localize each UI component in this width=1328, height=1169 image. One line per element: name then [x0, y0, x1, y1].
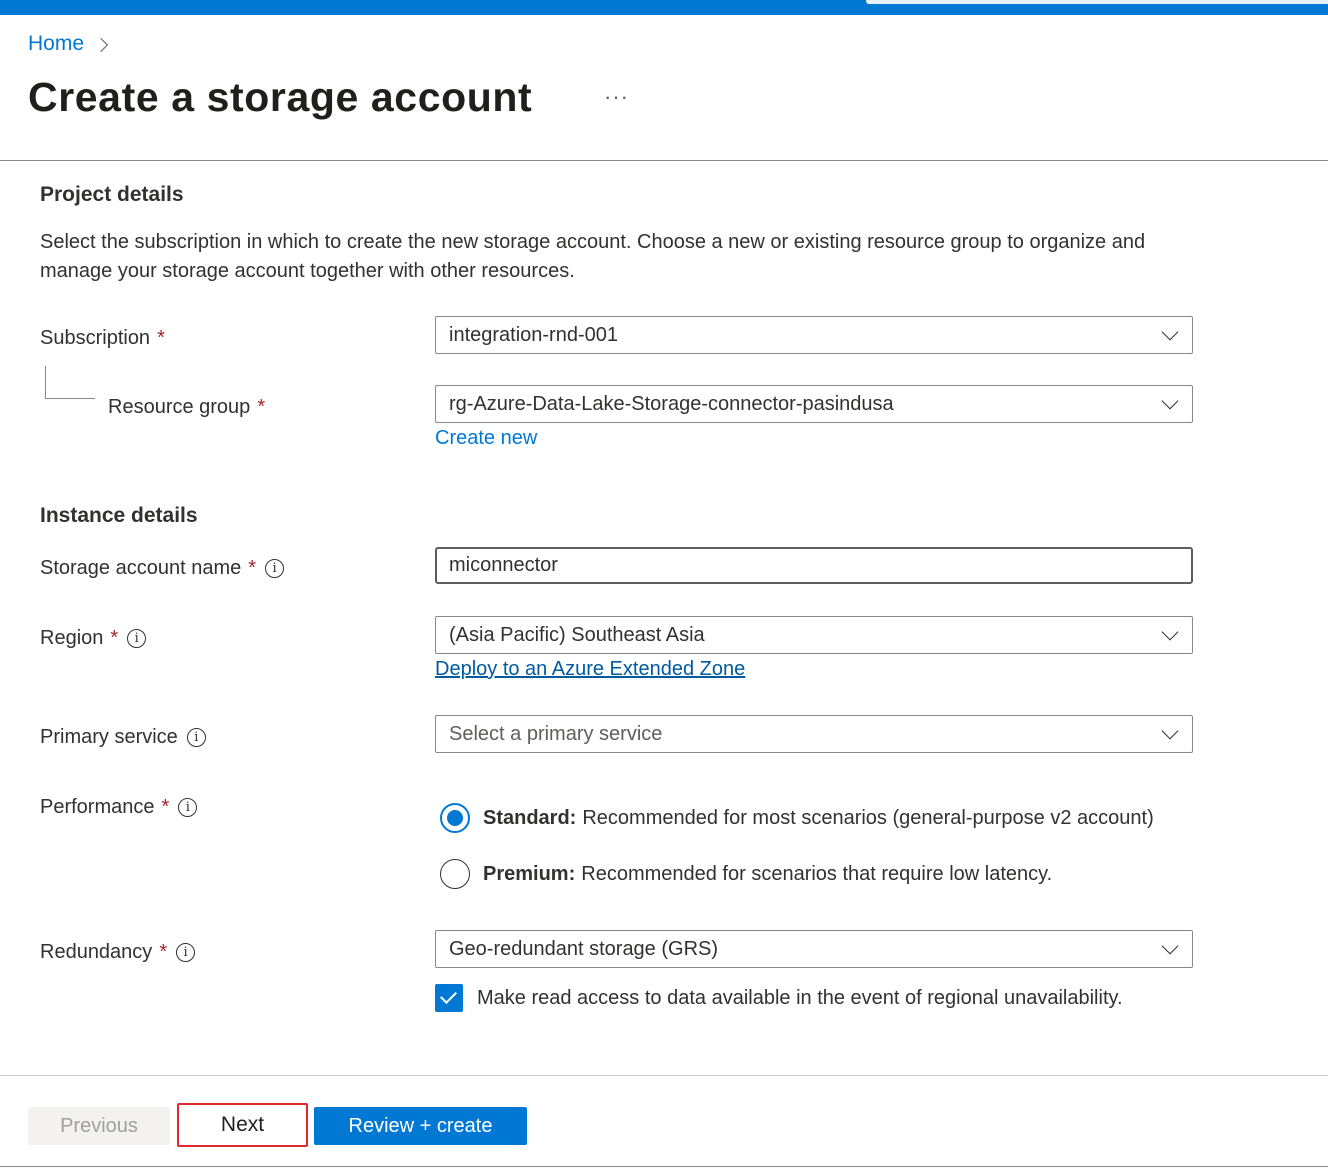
resource-group-label-text: Resource group — [108, 396, 251, 418]
region-dropdown[interactable]: (Asia Pacific) Southeast Asia — [435, 616, 1193, 654]
page-title: Create a storage account — [28, 74, 533, 120]
performance-standard-radio[interactable]: Standard: Recommended for most scenarios… — [440, 803, 1154, 833]
more-options-button[interactable]: ··· — [604, 84, 629, 110]
read-access-checkbox-label: Make read access to data available in th… — [477, 986, 1123, 1009]
read-access-checkbox-row[interactable]: Make read access to data available in th… — [435, 984, 1123, 1012]
subscription-value: integration-rnd-001 — [449, 323, 618, 346]
required-marker: * — [257, 396, 266, 418]
bottom-edge-divider — [0, 1166, 1328, 1167]
primary-service-label: Primary service i — [40, 726, 206, 749]
premium-option-title: Premium: — [483, 862, 576, 885]
info-icon[interactable]: i — [178, 798, 198, 817]
next-button-label: Next — [220, 1113, 265, 1136]
subscription-label-text: Subscription — [40, 327, 151, 349]
tree-connector — [45, 366, 95, 399]
required-marker: * — [157, 327, 165, 349]
search-bar-edge — [866, 0, 1328, 4]
review-create-button-label: Review + create — [348, 1114, 493, 1137]
radio-selected-icon[interactable] — [440, 803, 470, 833]
chevron-right-icon — [93, 37, 109, 52]
chevron-down-icon — [1161, 623, 1179, 641]
primary-service-dropdown[interactable]: Select a primary service — [435, 715, 1193, 753]
standard-option-title: Standard: — [483, 806, 577, 829]
project-details-description: Select the subscription in which to crea… — [40, 231, 1146, 282]
chevron-down-icon — [1161, 323, 1179, 341]
storage-account-name-input[interactable] — [435, 547, 1193, 584]
resource-group-label: Resource group * — [108, 396, 265, 419]
performance-label-text: Performance — [40, 796, 155, 818]
footer-divider — [0, 1075, 1328, 1076]
required-marker: * — [110, 627, 119, 649]
radio-unselected-icon[interactable] — [440, 859, 470, 889]
primary-service-label-text: Primary service — [40, 726, 178, 748]
required-marker: * — [248, 557, 257, 579]
review-create-button[interactable]: Review + create — [314, 1107, 527, 1145]
required-marker: * — [161, 796, 170, 818]
redundancy-value: Geo-redundant storage (GRS) — [449, 937, 719, 960]
primary-service-placeholder: Select a primary service — [449, 722, 663, 745]
next-button[interactable]: Next — [177, 1103, 308, 1147]
breadcrumb: Home — [28, 32, 109, 56]
portal-top-bar — [0, 0, 1328, 15]
chevron-down-icon — [1161, 937, 1179, 955]
create-new-resource-group-link[interactable]: Create new — [435, 427, 537, 450]
redundancy-label: Redundancy * i — [40, 941, 196, 964]
storage-account-name-label: Storage account name * i — [40, 557, 285, 580]
extended-zone-link[interactable]: Deploy to an Azure Extended Zone — [435, 658, 745, 681]
premium-option-desc: Recommended for scenarios that require l… — [581, 862, 1053, 885]
project-details-heading: Project details — [40, 183, 184, 206]
redundancy-label-text: Redundancy — [40, 941, 153, 963]
previous-button[interactable]: Previous — [28, 1107, 170, 1145]
info-icon[interactable]: i — [265, 559, 285, 578]
resource-group-value: rg-Azure-Data-Lake-Storage-connector-pas… — [449, 392, 894, 415]
region-value: (Asia Pacific) Southeast Asia — [449, 623, 705, 646]
chevron-down-icon — [1161, 722, 1179, 740]
redundancy-dropdown[interactable]: Geo-redundant storage (GRS) — [435, 930, 1193, 968]
info-icon[interactable]: i — [176, 943, 196, 962]
info-icon[interactable]: i — [186, 728, 206, 747]
previous-button-label: Previous — [60, 1114, 138, 1137]
checkbox-checked-icon[interactable] — [435, 984, 463, 1012]
region-label: Region * i — [40, 627, 147, 650]
header-divider — [0, 160, 1328, 161]
storage-account-name-label-text: Storage account name — [40, 557, 242, 579]
performance-premium-radio[interactable]: Premium: Recommended for scenarios that … — [440, 859, 1052, 889]
info-icon[interactable]: i — [127, 629, 147, 648]
standard-option-desc: Recommended for most scenarios (general-… — [582, 806, 1154, 829]
subscription-dropdown[interactable]: integration-rnd-001 — [435, 316, 1193, 354]
subscription-label: Subscription * — [40, 327, 165, 350]
resource-group-dropdown[interactable]: rg-Azure-Data-Lake-Storage-connector-pas… — [435, 385, 1193, 423]
performance-label: Performance * i — [40, 796, 198, 819]
region-label-text: Region — [40, 627, 104, 649]
instance-details-heading: Instance details — [40, 504, 198, 527]
required-marker: * — [159, 941, 168, 963]
breadcrumb-home-link[interactable]: Home — [28, 32, 84, 56]
chevron-down-icon — [1161, 392, 1179, 410]
